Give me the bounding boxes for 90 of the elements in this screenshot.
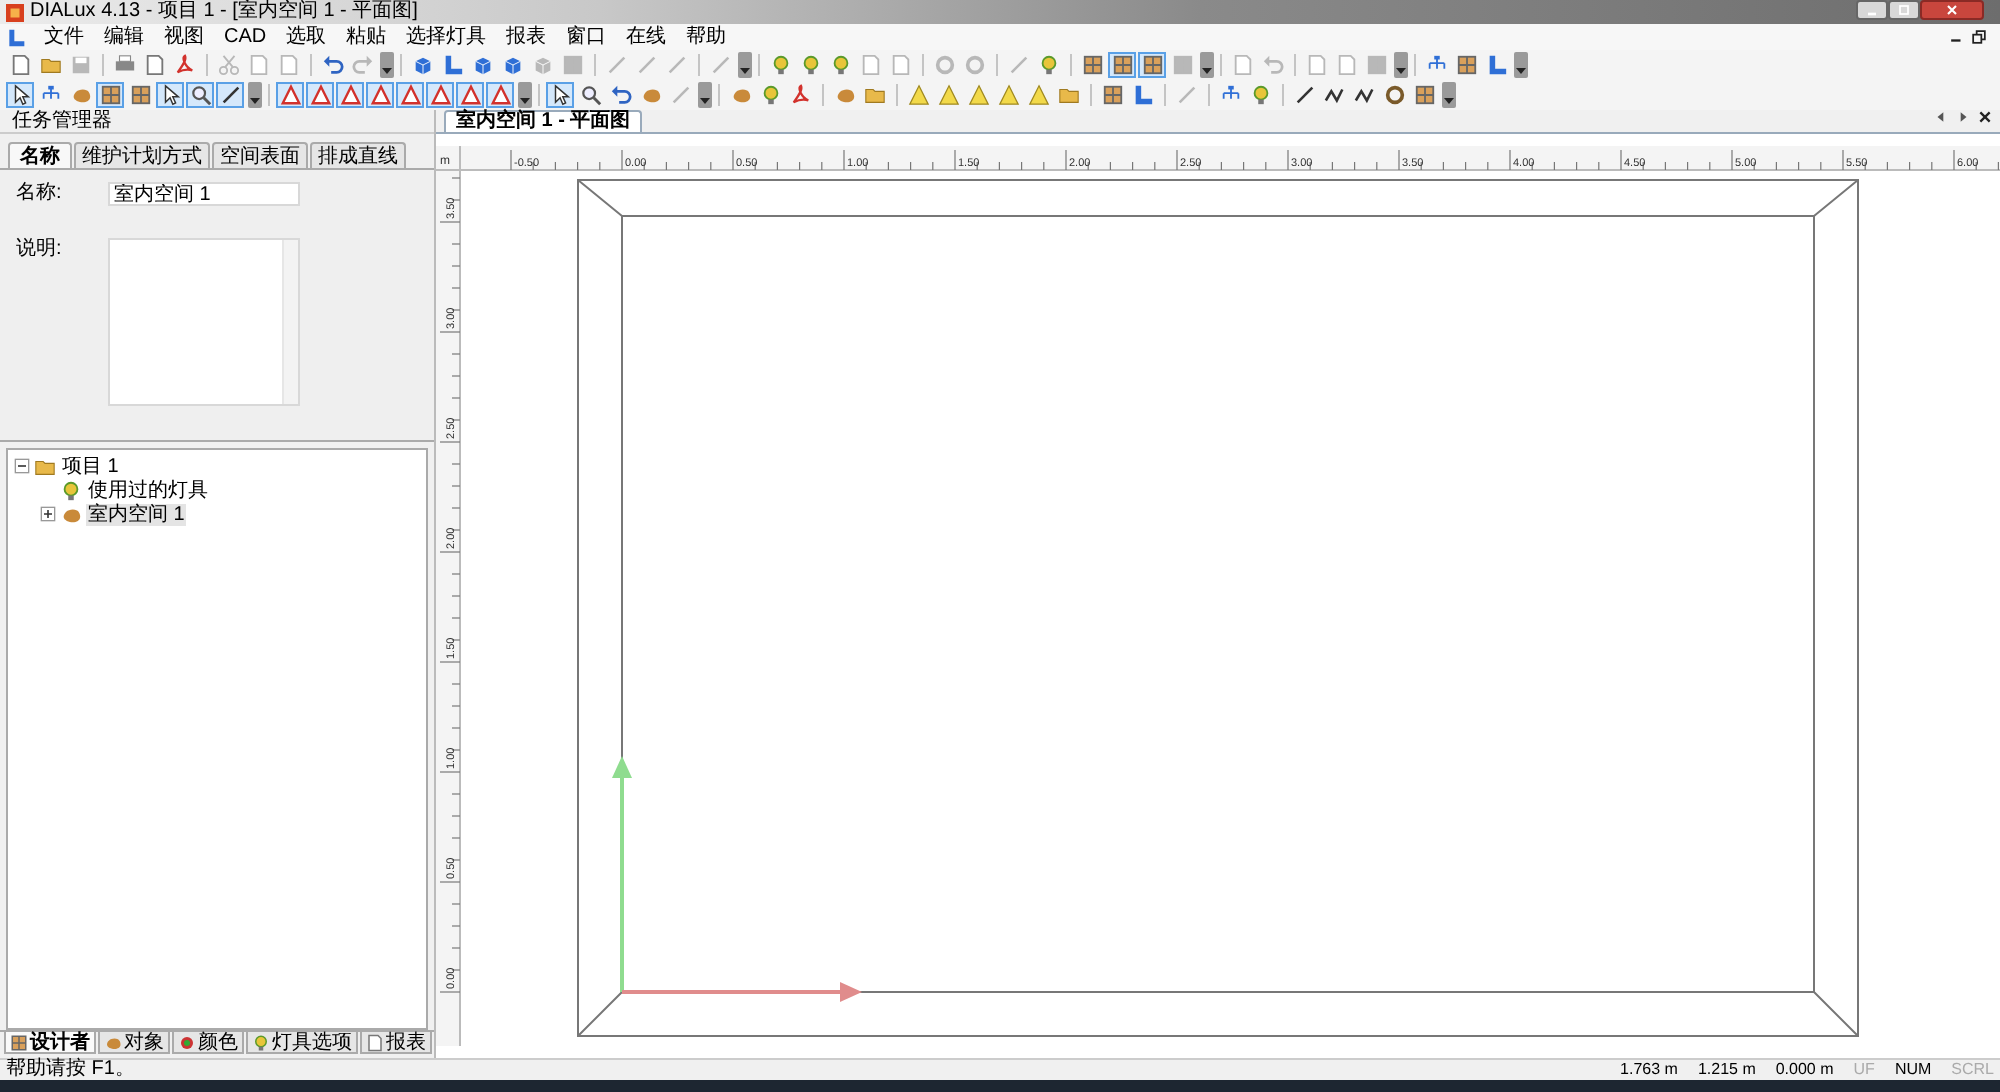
- menu-item[interactable]: 文件: [34, 25, 94, 49]
- folder-icon: [34, 455, 56, 477]
- ring-icon[interactable]: [1380, 82, 1408, 108]
- menu-item[interactable]: 选取: [276, 25, 337, 49]
- minimize-button[interactable]: [1856, 0, 1888, 20]
- app-logo-icon: [6, 3, 24, 21]
- menu-item[interactable]: 在线: [616, 25, 677, 49]
- close-icon: [1944, 2, 1960, 18]
- warning-icon[interactable]: [396, 82, 424, 108]
- tree-item[interactable]: 项目 1: [60, 455, 121, 477]
- toolbar-overflow-icon[interactable]: [698, 82, 712, 108]
- panel-title: 任务管理器: [0, 110, 434, 134]
- status-indicator: NUM: [1894, 1060, 1932, 1080]
- grid-icon[interactable]: [1078, 52, 1106, 78]
- toolbar-overflow-icon[interactable]: [738, 52, 752, 78]
- status-indicator: 1.763 m: [1620, 1060, 1678, 1080]
- collapse-icon[interactable]: [14, 458, 30, 474]
- warning-icon[interactable]: [426, 82, 454, 108]
- tab[interactable]: 报表: [360, 1032, 432, 1054]
- grid-icon[interactable]: [1138, 52, 1166, 78]
- status-indicator: UF: [1853, 1060, 1875, 1080]
- object-icon: [104, 1033, 122, 1051]
- help-text: 帮助请按 F1。: [6, 1060, 135, 1080]
- warning-icon[interactable]: [456, 82, 484, 108]
- maximize-icon: [1896, 2, 1912, 18]
- toolbar-overflow-icon[interactable]: [1514, 52, 1528, 78]
- field-label: 名称:: [16, 182, 64, 208]
- toolbar-overflow-icon[interactable]: [1200, 52, 1214, 78]
- tab[interactable]: 颜色: [172, 1032, 244, 1054]
- line-icon[interactable]: [216, 82, 244, 108]
- triangle-icon[interactable]: [934, 82, 962, 108]
- tab[interactable]: 空间表面: [212, 142, 308, 168]
- tab[interactable]: 排成直线: [310, 142, 406, 168]
- warning-icon[interactable]: [486, 82, 514, 108]
- grid-icon[interactable]: [1410, 82, 1438, 108]
- status-indicator: 0.000 m: [1775, 1060, 1834, 1080]
- maximize-button[interactable]: [1888, 0, 1920, 20]
- scrollbar[interactable]: [282, 239, 298, 403]
- menu-item[interactable]: 选择灯具: [396, 25, 497, 49]
- restore-icon[interactable]: [1972, 30, 1986, 44]
- magnifier-icon[interactable]: [576, 82, 604, 108]
- field-label: 说明:: [16, 237, 64, 263]
- lamp-icon: [60, 479, 82, 501]
- tab[interactable]: 设计者: [4, 1032, 96, 1054]
- color-icon: [178, 1033, 196, 1051]
- menu-item[interactable]: 帮助: [676, 25, 737, 49]
- triangle-icon[interactable]: [1024, 82, 1052, 108]
- close-icon[interactable]: [1978, 110, 1992, 124]
- tree-item[interactable]: 使用过的灯具: [86, 479, 210, 501]
- tab[interactable]: 对象: [98, 1032, 170, 1054]
- grid-icon[interactable]: [126, 82, 154, 108]
- triangle-icon[interactable]: [994, 82, 1022, 108]
- triangle-icon[interactable]: [904, 82, 932, 108]
- triangle-icon[interactable]: [964, 82, 992, 108]
- status-indicator: 1.215 m: [1697, 1060, 1756, 1080]
- expand-icon[interactable]: [40, 506, 56, 522]
- grid-icon[interactable]: [1098, 82, 1126, 108]
- cursor-icon[interactable]: [156, 82, 184, 108]
- grid-icon[interactable]: [96, 82, 124, 108]
- menu-item[interactable]: 粘贴: [336, 25, 397, 49]
- menu-item[interactable]: CAD: [214, 25, 277, 49]
- menu-item[interactable]: 视图: [154, 25, 214, 49]
- toolbar-overflow-icon[interactable]: [518, 82, 532, 108]
- grid-icon[interactable]: [1108, 52, 1136, 78]
- menu-item[interactable]: 报表: [496, 25, 557, 49]
- undo-icon[interactable]: [606, 82, 634, 108]
- grid-icon[interactable]: [1452, 52, 1480, 78]
- magnifier-icon[interactable]: [186, 82, 214, 108]
- description-field[interactable]: [108, 237, 300, 405]
- warning-icon[interactable]: [336, 82, 364, 108]
- menu-item[interactable]: 编辑: [94, 25, 154, 49]
- cursor-icon[interactable]: [6, 82, 34, 108]
- lamp-icon: [252, 1033, 270, 1051]
- tab[interactable]: 灯具选项: [246, 1032, 358, 1054]
- status-indicator: SCRL: [1951, 1060, 1994, 1080]
- tab[interactable]: 名称: [8, 142, 72, 168]
- undo-icon[interactable]: [318, 52, 346, 78]
- toolbar-overflow-icon[interactable]: [1394, 52, 1408, 78]
- toolbar-overflow-icon[interactable]: [380, 52, 394, 78]
- menu-item[interactable]: 窗口: [556, 25, 617, 49]
- warning-icon[interactable]: [276, 82, 304, 108]
- cursor-icon[interactable]: [546, 82, 574, 108]
- toolbar-overflow-icon[interactable]: [248, 82, 262, 108]
- tab[interactable]: 维护计划方式: [74, 142, 210, 168]
- tree-item[interactable]: 室内空间 1: [86, 503, 187, 525]
- warning-icon[interactable]: [366, 82, 394, 108]
- document-tab[interactable]: 室内空间 1 - 平面图: [444, 110, 643, 132]
- warning-icon[interactable]: [306, 82, 334, 108]
- toolbar-overflow-icon[interactable]: [1442, 82, 1456, 108]
- close-button[interactable]: [1920, 0, 1984, 20]
